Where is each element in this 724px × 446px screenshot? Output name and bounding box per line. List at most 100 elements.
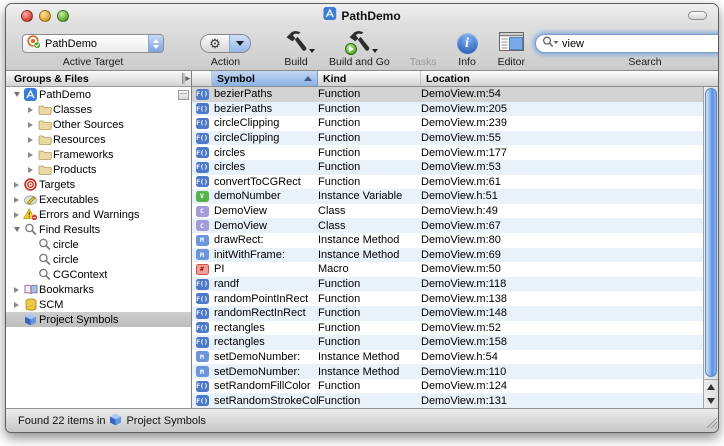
toolbar-button-build[interactable]: Build (283, 32, 309, 68)
sidebar-header[interactable]: Groups & Files ║▸ (6, 71, 191, 87)
groups-and-files-sidebar: Groups & Files ║▸ PathDemoClasses Other S… (6, 71, 192, 408)
disclosure-collapsed-icon[interactable] (25, 107, 36, 113)
cell-location: DemoView.m:110 (421, 366, 718, 378)
sidebar-item-label: Errors and Warnings (39, 209, 139, 221)
icon-column-header[interactable] (192, 71, 212, 87)
sidebar-item-bookmarks[interactable]: Bookmarks (6, 282, 191, 297)
cell-symbol: setRandomStrokeColo (212, 395, 318, 407)
cell-symbol: rectangles (212, 322, 318, 334)
sidebar-item-frameworks[interactable]: Frameworks (6, 147, 191, 162)
function-badge-icon: F() (196, 133, 209, 144)
sidebar-item-executables[interactable]: Executables (6, 192, 191, 207)
toolbar-button-editor[interactable]: Editor (498, 32, 525, 68)
table-row[interactable]: MsetDemoNumber:Instance MethodDemoView.m… (192, 364, 718, 379)
table-row[interactable]: F()randfFunctionDemoView.m:118 (192, 277, 718, 292)
disclosure-collapsed-icon[interactable] (11, 212, 22, 218)
toolbar-button-label: Editor (498, 56, 525, 68)
table-row[interactable]: F()rectanglesFunctionDemoView.m:158 (192, 335, 718, 350)
table-row[interactable]: F()bezierPathsFunctionDemoView.m:54 (192, 87, 718, 102)
disclosure-collapsed-icon[interactable] (25, 137, 36, 143)
scroll-down-arrow[interactable] (704, 394, 718, 408)
cell-location: DemoView.m:118 (421, 278, 718, 290)
search-icon (542, 35, 559, 53)
cell-kind: Function (318, 395, 421, 407)
sidebar-item-cgcontext[interactable]: CGContext (6, 267, 191, 282)
sidebar-item-classes[interactable]: Classes (6, 102, 191, 117)
gear-icon: ⚙ (201, 35, 229, 52)
disclosure-collapsed-icon[interactable] (25, 122, 36, 128)
search-input[interactable] (562, 38, 719, 50)
disclosure-collapsed-icon[interactable] (11, 287, 22, 293)
sidebar-item-circle[interactable]: circle (6, 237, 191, 252)
cell-kind: Function (318, 176, 421, 188)
table-row[interactable]: #PIMacroDemoView.m:50 (192, 262, 718, 277)
sidebar-item-scm[interactable]: SCM (6, 297, 191, 312)
table-row[interactable]: MdrawRect:Instance MethodDemoView.m:80 (192, 233, 718, 248)
toolbar-toggle-pill[interactable] (688, 11, 707, 20)
table-row[interactable]: CDemoViewClassDemoView.m:67 (192, 218, 718, 233)
kind-column-header[interactable]: Kind (318, 71, 421, 87)
vertical-scrollbar[interactable] (703, 87, 718, 408)
table-row[interactable]: MsetDemoNumber:Instance MethodDemoView.h… (192, 350, 718, 365)
scroll-up-arrow[interactable] (704, 380, 718, 394)
table-row[interactable]: F()circleClippingFunctionDemoView.m:239 (192, 116, 718, 131)
disclosure-collapsed-icon[interactable] (11, 302, 22, 308)
zoom-button[interactable] (57, 10, 69, 22)
resize-grip[interactable] (704, 415, 717, 431)
sidebar-item-targets[interactable]: Targets (6, 177, 191, 192)
sidebar-item-products[interactable]: Products (6, 162, 191, 177)
cell-symbol: DemoView (212, 220, 318, 232)
action-button[interactable]: ⚙ (200, 34, 251, 53)
table-row[interactable]: F()rectanglesFunctionDemoView.m:52 (192, 321, 718, 336)
toolbar-button-info[interactable]: iInfo (457, 32, 478, 68)
titlebar[interactable]: PathDemo (6, 4, 718, 27)
minimize-button[interactable] (39, 10, 51, 22)
table-row[interactable]: F()randomRectInRectFunctionDemoView.m:14… (192, 306, 718, 321)
cell-symbol: randf (212, 278, 318, 290)
split-editor-widget[interactable] (178, 90, 189, 100)
sidebar-item-other-sources[interactable]: Other Sources (6, 117, 191, 132)
sidebar-item-circle[interactable]: circle (6, 252, 191, 267)
table-row[interactable]: F()randomPointInRectFunctionDemoView.m:1… (192, 291, 718, 306)
cell-kind: Instance Method (318, 366, 421, 378)
table-row[interactable]: F()circleClippingFunctionDemoView.m:55 (192, 131, 718, 146)
table-row[interactable]: F()convertToCGRectFunctionDemoView.m:61 (192, 175, 718, 190)
cell-kind: Function (318, 147, 421, 159)
table-row[interactable]: F()setRandomStrokeColoFunctionDemoView.m… (192, 393, 718, 408)
splitter-collapse-icon[interactable]: ║▸ (180, 73, 189, 84)
cell-kind: Function (318, 161, 421, 173)
table-row[interactable]: CDemoViewClassDemoView.h:49 (192, 204, 718, 219)
sidebar-item-errors-and-warnings[interactable]: Errors and Warnings (6, 207, 191, 222)
sidebar-item-resources[interactable]: Resources (6, 132, 191, 147)
cell-symbol: circles (212, 161, 318, 173)
sidebar-item-label: Other Sources (53, 119, 124, 131)
status-text: Found 22 items in (18, 415, 105, 427)
disclosure-collapsed-icon[interactable] (11, 197, 22, 203)
table-row[interactable]: F()setRandomFillColorFunctionDemoView.m:… (192, 379, 718, 394)
cell-kind: Function (318, 132, 421, 144)
disclosure-collapsed-icon[interactable] (25, 152, 36, 158)
sidebar-item-label: Resources (53, 134, 106, 146)
table-row[interactable]: F()bezierPathsFunctionDemoView.m:205 (192, 102, 718, 117)
toolbar-button-build-and-go[interactable]: Build and Go (329, 32, 390, 68)
table-row[interactable]: F()circlesFunctionDemoView.m:177 (192, 145, 718, 160)
search-field[interactable]: ✕ (535, 34, 719, 53)
active-target-popup[interactable]: PathDemo (22, 34, 164, 53)
database-icon (22, 298, 39, 311)
disclosure-expanded-icon[interactable] (11, 92, 22, 97)
action-menu-arrow-icon (229, 35, 250, 52)
disclosure-collapsed-icon[interactable] (25, 167, 36, 173)
cube-icon (109, 413, 122, 429)
disclosure-collapsed-icon[interactable] (11, 182, 22, 188)
disclosure-expanded-icon[interactable] (11, 227, 22, 232)
location-column-header[interactable]: Location (421, 71, 718, 87)
table-row[interactable]: VdemoNumberInstance VariableDemoView.h:5… (192, 189, 718, 204)
sidebar-item-find-results[interactable]: Find Results (6, 222, 191, 237)
sidebar-item-project-symbols[interactable]: Project Symbols (6, 312, 191, 327)
sidebar-item-pathdemo[interactable]: PathDemo (6, 87, 191, 102)
symbol-column-header[interactable]: Symbol (212, 71, 318, 87)
close-button[interactable] (21, 10, 33, 22)
table-row[interactable]: F()circlesFunctionDemoView.m:53 (192, 160, 718, 175)
scrollbar-thumb[interactable] (705, 88, 717, 377)
table-row[interactable]: MinitWithFrame:Instance MethodDemoView.m… (192, 248, 718, 263)
